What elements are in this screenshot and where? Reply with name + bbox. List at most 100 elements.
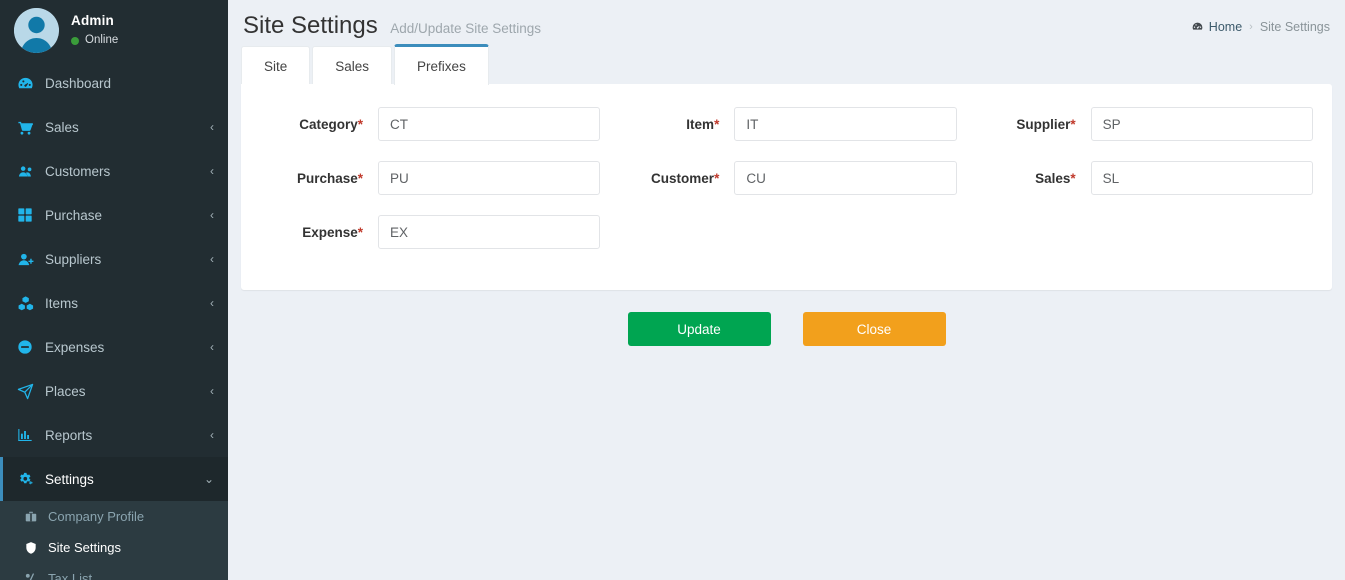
gears-icon [17,471,43,488]
sidebar-item-label: Company Profile [48,509,145,524]
sidebar-item-tax-list[interactable]: Tax List [0,563,228,580]
field-purchase: Purchase* [252,161,608,195]
supplier-label: Supplier* [1016,116,1076,132]
item-label: Item* [686,116,720,132]
sidebar-item-expenses[interactable]: Expenses ‹ [0,325,228,369]
page-title: Site Settings [243,12,378,39]
app-root: Admin Online Dashboard Sales ‹ Customers… [0,0,1345,580]
customer-input[interactable] [734,161,957,195]
form-actions: Update Close [228,312,1345,346]
required-marker: * [357,224,363,240]
sidebar-item-label: Purchase [45,207,103,223]
expense-label: Expense* [302,224,363,240]
tab-panel: Site Sales Prefixes Category* Item* Supp… [241,44,1332,290]
sidebar-item-dashboard[interactable]: Dashboard [0,61,228,105]
user-status: Online [71,33,118,49]
close-button[interactable]: Close [802,312,946,346]
cart-icon [17,119,43,136]
sidebar-item-label: Expenses [45,339,105,355]
customers-icon [17,163,43,180]
breadcrumb-separator: › [1249,21,1253,33]
chevron-down-icon: ⌄ [203,472,214,486]
user-panel[interactable]: Admin Online [0,0,228,61]
required-marker: * [1070,116,1076,132]
field-sales: Sales* [965,161,1321,195]
chevron-left-icon: ‹ [210,164,214,178]
sidebar-item-label: Dashboard [45,75,112,91]
category-input[interactable] [378,107,601,141]
prefixes-tab-content: Category* Item* Supplier* Purchase* [241,84,1332,290]
sidebar-item-places[interactable]: Places ‹ [0,369,228,413]
sidebar-item-label: Customers [45,163,111,179]
sales-label: Sales* [1035,170,1076,186]
shield-icon [24,541,48,555]
minus-circle-icon [17,339,43,355]
sidebar-item-label: Items [45,295,79,311]
sidebar-item-purchase[interactable]: Purchase ‹ [0,193,228,237]
sales-input[interactable] [1090,161,1313,195]
purchase-label: Purchase* [296,170,363,186]
user-name: Admin [71,13,114,29]
breadcrumb: Home › Site Settings [1191,20,1330,34]
user-info: Admin Online [71,12,118,49]
chevron-left-icon: ‹ [210,296,214,310]
sidebar-nav: Dashboard Sales ‹ Customers ‹ Purchase ‹… [0,61,228,580]
user-plus-icon [17,251,43,268]
form-row: Category* Item* Supplier* [252,107,1321,161]
bar-chart-icon [17,427,43,443]
user-status-label: Online [85,34,119,47]
sidebar-item-label: Reports [45,427,93,443]
user-avatar-icon [14,8,59,53]
tab-prefixes[interactable]: Prefixes [394,44,489,85]
field-customer: Customer* [608,161,964,195]
sidebar-item-label: Suppliers [45,251,102,267]
chevron-left-icon: ‹ [210,428,214,442]
paper-plane-icon [17,383,43,400]
boxes-icon [17,295,43,312]
sidebar: Admin Online Dashboard Sales ‹ Customers… [0,0,228,580]
purchase-input[interactable] [378,161,601,195]
content-area: Site Settings Add/Update Site Settings H… [228,0,1345,580]
dashboard-icon [17,75,43,92]
category-label: Category* [299,116,363,132]
sidebar-item-reports[interactable]: Reports ‹ [0,413,228,457]
field-item: Item* [608,107,964,141]
home-dashboard-icon [1191,21,1204,34]
breadcrumb-home-link[interactable]: Home [1209,20,1242,34]
field-expense: Expense* [252,215,608,249]
sidebar-item-settings[interactable]: Settings ⌄ [0,457,228,501]
form-row: Purchase* Customer* Sales* [252,161,1321,215]
required-marker: * [357,170,363,186]
chevron-left-icon: ‹ [210,208,214,222]
tab-sales[interactable]: Sales [312,46,393,85]
required-marker: * [357,116,363,132]
sidebar-item-site-settings[interactable]: Site Settings [0,532,228,563]
avatar [14,8,59,53]
online-status-dot [71,37,79,46]
breadcrumb-current: Site Settings [1259,20,1330,34]
form-row: Expense* [252,215,1321,269]
required-marker: * [1070,170,1076,186]
chevron-left-icon: ‹ [210,384,214,398]
sidebar-item-company-profile[interactable]: Company Profile [0,501,228,532]
field-supplier: Supplier* [965,107,1321,141]
briefcase-icon [24,510,48,524]
chevron-left-icon: ‹ [210,340,214,354]
item-input[interactable] [734,107,957,141]
sidebar-item-items[interactable]: Items ‹ [0,281,228,325]
expense-input[interactable] [378,215,601,249]
sidebar-item-label: Tax List [48,571,93,580]
grid-icon [17,207,43,223]
required-marker: * [714,116,720,132]
tab-site[interactable]: Site [241,46,311,85]
sidebar-item-suppliers[interactable]: Suppliers ‹ [0,237,228,281]
content-header: Site Settings Add/Update Site Settings H… [228,0,1345,46]
sidebar-item-sales[interactable]: Sales ‹ [0,105,228,149]
update-button[interactable]: Update [627,312,771,346]
supplier-input[interactable] [1090,107,1313,141]
settings-submenu: Company Profile Site Settings Tax List [0,501,228,580]
sidebar-item-customers[interactable]: Customers ‹ [0,149,228,193]
field-category: Category* [252,107,608,141]
required-marker: * [714,170,720,186]
percent-icon [24,572,48,580]
